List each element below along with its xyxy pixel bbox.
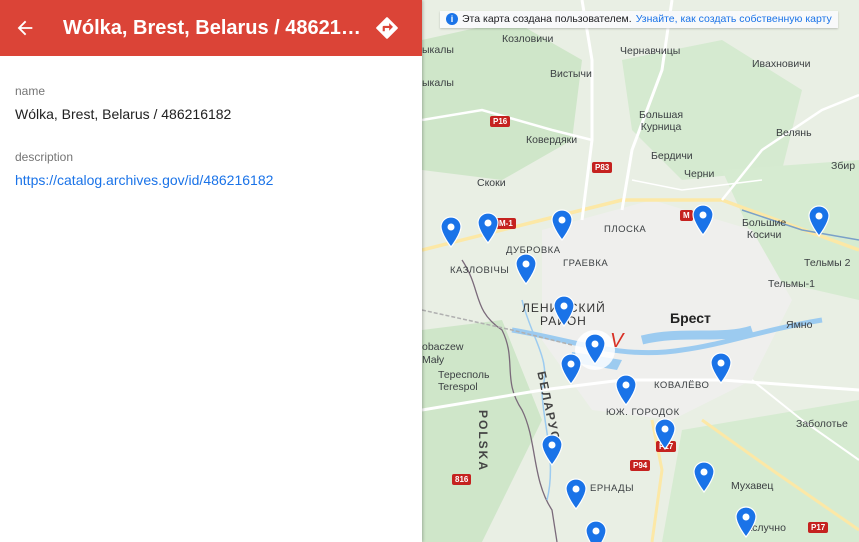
name-field: name Wólka, Brest, Belarus / 486216182 — [0, 84, 422, 122]
description-field: description https://catalog.archives.gov… — [0, 150, 422, 188]
map-pin-icon[interactable] — [440, 216, 462, 248]
place-label: ыкалы — [422, 77, 454, 89]
place-label: Большие Косичи — [742, 217, 787, 241]
map-pin-icon[interactable] — [710, 352, 732, 384]
description-label: description — [15, 150, 74, 164]
place-label: ЕРНАДЫ — [590, 483, 635, 494]
map-pin-icon[interactable] — [560, 353, 582, 385]
create-map-link[interactable]: Узнайте, как создать собственную карту — [636, 13, 832, 25]
place-label: КАЗЛОВІЧЫ — [450, 265, 510, 276]
place-label: ЮЖ. ГОРОДОК — [606, 407, 680, 418]
place-label: Бердичи — [651, 150, 693, 162]
place-label: Ковердяки — [526, 134, 578, 146]
notice-text: Эта карта создана пользователем. — [462, 13, 632, 25]
back-button[interactable] — [0, 0, 50, 56]
panel-header: Wólka, Brest, Belarus / 486216182 — [0, 0, 422, 56]
place-label: Большая Курница — [639, 109, 684, 133]
map-pin-icon[interactable] — [585, 520, 607, 542]
place-label: Ивахновичи — [752, 58, 811, 70]
place-label: Скоки — [477, 177, 506, 189]
map-pin-icon[interactable] — [565, 478, 587, 510]
map-pin-icon[interactable] — [551, 209, 573, 241]
map-pin-icon[interactable] — [553, 295, 575, 327]
place-label: Велянь — [776, 127, 812, 139]
map-pin-icon[interactable] — [808, 205, 830, 237]
arrow-left-icon — [17, 20, 33, 36]
map-pin-icon[interactable] — [515, 253, 537, 285]
place-label: obaczew Mały — [422, 341, 464, 366]
map-pin-icon[interactable] — [541, 434, 563, 466]
user-map-notice: i Эта карта создана пользователем. Узнай… — [440, 11, 838, 28]
country-label-poland: POLSKA — [476, 410, 490, 473]
place-label: Вистычи — [550, 68, 592, 80]
map-pin-icon[interactable] — [584, 333, 606, 365]
city-label: Брест — [670, 310, 711, 326]
map-pin-icon[interactable] — [477, 212, 499, 244]
place-label: ПЛОСКА — [604, 224, 647, 235]
place-label: Тельмы-1 — [768, 278, 816, 290]
road-shield: P17 — [808, 522, 829, 533]
map-pin-icon[interactable] — [735, 506, 757, 538]
page-title: Wólka, Brest, Belarus / 486216182 — [63, 16, 362, 39]
map-canvas[interactable]: i Эта карта создана пользователем. Узнай… — [422, 0, 859, 542]
map-pin-icon[interactable] — [654, 418, 676, 450]
road-shield: P94 — [630, 460, 651, 471]
place-label: Козловичи — [502, 33, 554, 45]
place-label: ыкалы — [422, 44, 454, 56]
map-pin-icon[interactable] — [693, 461, 715, 493]
place-label: ГРАЕВКА — [563, 258, 609, 269]
info-icon: i — [446, 13, 458, 25]
place-label: Ямно — [786, 319, 813, 331]
road-shield: P16 — [490, 116, 511, 127]
place-label: Заболотье — [796, 418, 848, 430]
details-panel: Wólka, Brest, Belarus / 486216182 name W… — [0, 0, 422, 542]
directions-button[interactable] — [362, 0, 412, 56]
place-label: Тельмы 2 — [804, 257, 851, 269]
name-label: name — [15, 84, 46, 98]
place-label: КОВАЛЁВО — [654, 380, 710, 391]
place-label: Мухавец — [731, 480, 774, 492]
road-shield: 816 — [452, 474, 472, 485]
place-label: Збир — [831, 160, 856, 172]
road-shield: P83 — [592, 162, 613, 173]
place-label: Черни — [684, 168, 715, 180]
place-label: Тересполь Terespol — [438, 369, 490, 393]
map-pin-icon[interactable] — [615, 374, 637, 406]
directions-icon — [376, 17, 398, 39]
description-link[interactable]: https://catalog.archives.gov/id/48621618… — [15, 172, 407, 188]
road-shield: M — [680, 210, 693, 221]
map-pin-icon[interactable] — [692, 204, 714, 236]
selected-annotation: V — [610, 330, 624, 352]
name-value: Wólka, Brest, Belarus / 486216182 — [15, 106, 232, 122]
place-label: Чернавчицы — [620, 45, 681, 57]
